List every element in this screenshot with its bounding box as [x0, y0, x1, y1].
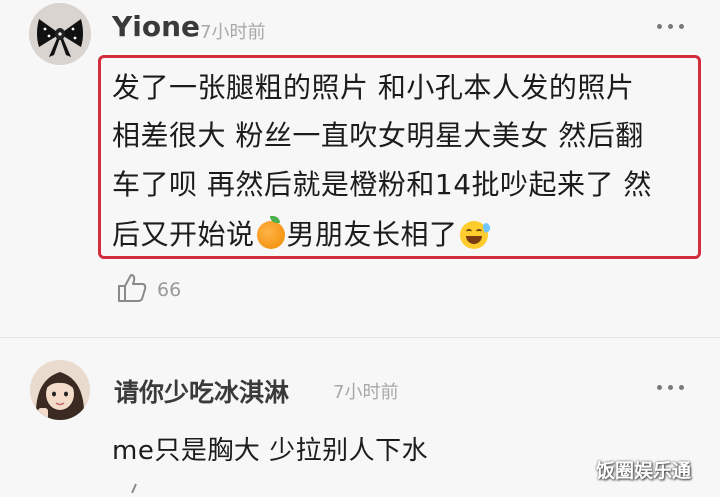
- comment-text-line: 发了一张腿粗的照片 和小孔本人发的照片: [112, 71, 635, 104]
- avatar[interactable]: [29, 3, 91, 65]
- username[interactable]: Yione: [112, 10, 200, 43]
- bow-avatar-icon: [29, 3, 91, 65]
- more-dots-icon[interactable]: [657, 385, 684, 390]
- avatar[interactable]: [30, 360, 90, 420]
- divider: [0, 337, 720, 338]
- comment-text-line: me只是胸大 少拉别人下水: [112, 436, 429, 466]
- comment-text-line: 后又开始说 男朋友长相了: [112, 213, 491, 253]
- orange-emoji-icon: [256, 216, 285, 249]
- more-dots-icon[interactable]: [657, 24, 684, 29]
- comment-time: 7小时前: [333, 382, 399, 403]
- watermark: 饭圈娱乐通: [596, 460, 692, 482]
- comment-text-line: 相差很大 粉丝一直吹女明星大美女 然后翻: [112, 119, 644, 152]
- laugh-sweat-emoji-icon: [459, 221, 491, 249]
- comment-text-segment: 后又开始说: [112, 218, 255, 251]
- like-count: 66: [157, 279, 182, 301]
- comment-text-segment: 男朋友长相了: [286, 218, 458, 251]
- thumbs-up-icon[interactable]: [116, 272, 148, 304]
- comment-text-line: 车了呗 再然后就是橙粉和14批吵起来了 然: [112, 168, 652, 201]
- girl-avatar-icon: [30, 360, 90, 420]
- thumbs-up-icon[interactable]: [118, 478, 148, 494]
- comment-time: 7小时前: [200, 22, 266, 43]
- username[interactable]: 请你少吃冰淇淋: [114, 373, 289, 409]
